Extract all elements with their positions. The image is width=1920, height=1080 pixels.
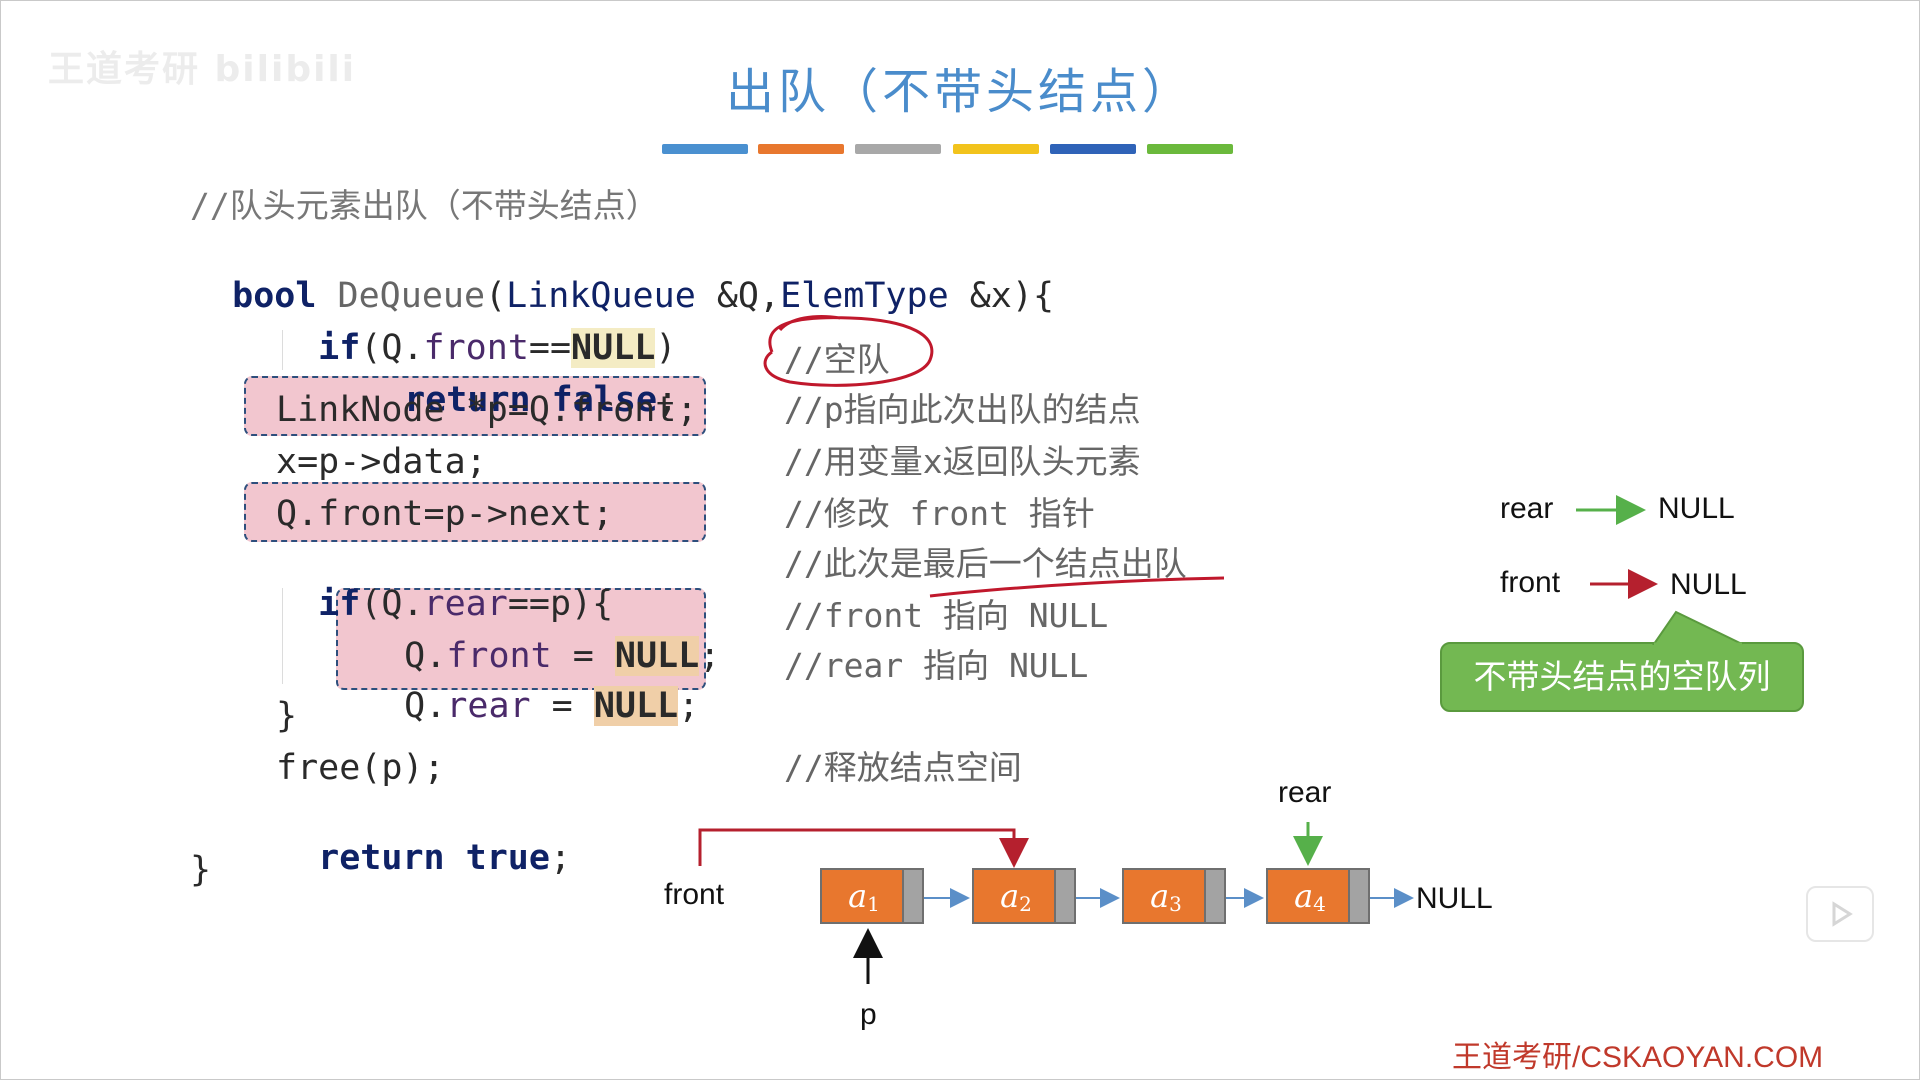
callout-tail bbox=[1652, 610, 1743, 645]
diagram-overlay bbox=[698, 315, 1743, 984]
annotation-underline bbox=[929, 576, 1225, 598]
front-pointer-arrow bbox=[698, 828, 1029, 868]
annotation-circle bbox=[763, 315, 934, 387]
